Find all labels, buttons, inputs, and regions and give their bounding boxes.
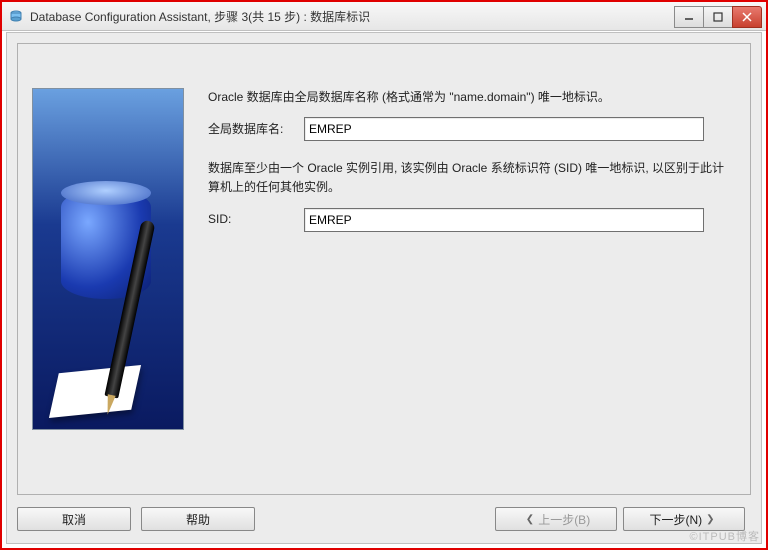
sid-row: SID: [208, 208, 734, 232]
back-button-label: 上一步(B) [538, 511, 590, 528]
maximize-button[interactable] [703, 6, 733, 28]
next-button-label: 下一步(N) [649, 511, 702, 528]
content-panel: Oracle 数据库由全局数据库名称 (格式通常为 "name.domain")… [17, 43, 751, 495]
form-area: Oracle 数据库由全局数据库名称 (格式通常为 "name.domain")… [208, 88, 734, 250]
client-area: Oracle 数据库由全局数据库名称 (格式通常为 "name.domain")… [6, 32, 762, 544]
sid-input[interactable] [304, 208, 704, 232]
chevron-right-icon: ❯ [706, 514, 714, 525]
button-bar: 取消 帮助 ❮ 上一步(B) 下一步(N) ❯ [17, 503, 751, 535]
sid-label: SID: [208, 210, 304, 229]
close-button[interactable] [732, 6, 762, 28]
chevron-left-icon: ❮ [526, 514, 534, 525]
back-button[interactable]: ❮ 上一步(B) [495, 507, 617, 531]
sid-description: 数据库至少由一个 Oracle 实例引用, 该实例由 Oracle 系统标识符 … [208, 159, 734, 197]
minimize-button[interactable] [674, 6, 704, 28]
wizard-illustration [32, 88, 184, 430]
cancel-button[interactable]: 取消 [17, 507, 131, 531]
titlebar: Database Configuration Assistant, 步骤 3(共… [2, 2, 766, 31]
global-db-input[interactable] [304, 117, 704, 141]
help-button[interactable]: 帮助 [141, 507, 255, 531]
window-title: Database Configuration Assistant, 步骤 3(共… [30, 8, 675, 25]
app-icon [8, 8, 24, 24]
global-db-row: 全局数据库名: [208, 117, 734, 141]
global-db-description: Oracle 数据库由全局数据库名称 (格式通常为 "name.domain")… [208, 88, 734, 107]
global-db-label: 全局数据库名: [208, 120, 304, 139]
window-controls [675, 6, 762, 26]
watermark: ©ITPUB博客 [690, 528, 761, 544]
